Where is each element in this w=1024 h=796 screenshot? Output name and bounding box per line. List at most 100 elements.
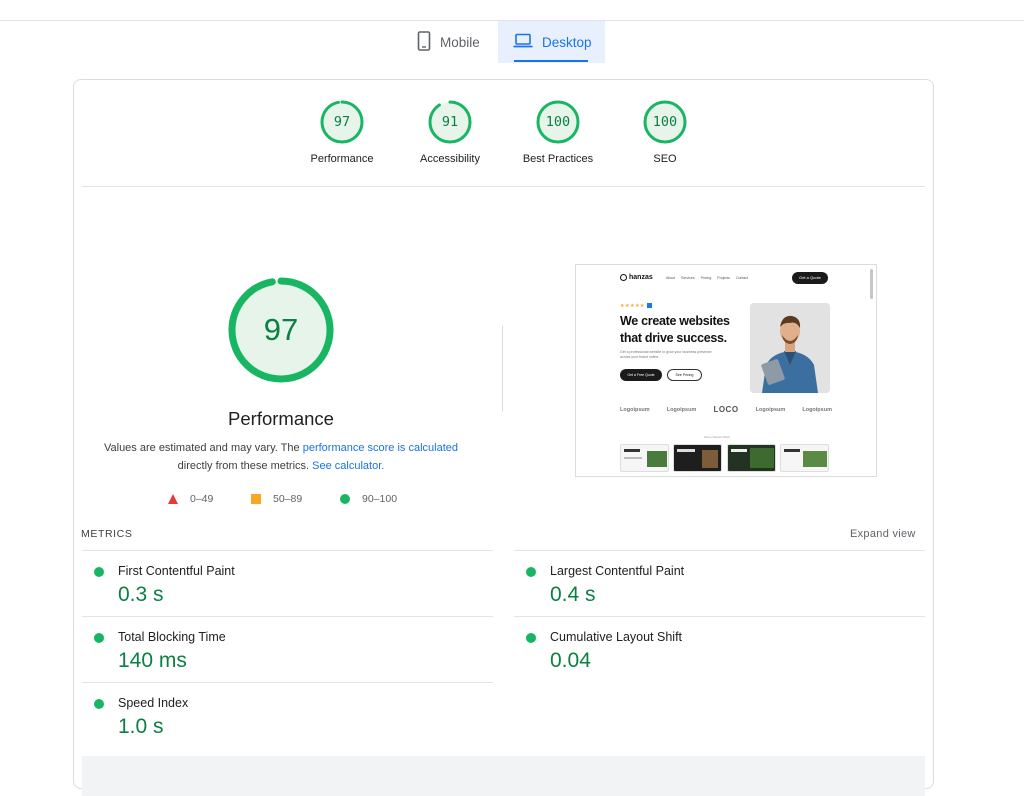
gauge-ring: 97 [320,100,364,144]
device-tabs: Mobile Desktop [0,21,1024,63]
final-screenshot[interactable]: hanzas About Services Pricing Projects C… [575,264,877,477]
gauge-score: 100 [545,114,571,130]
gauge-label: SEO [653,153,677,165]
performance-description: Values are estimated and may vary. The p… [94,439,468,475]
site-nav-item: Contact [735,276,748,280]
logo-mark-icon [620,274,627,281]
gauge-score: 100 [652,114,678,130]
legend-average: 50–89 [251,493,302,505]
score-legend: 0–49 50–89 90–100 [168,493,418,509]
gauge-ring: 100 [643,100,687,144]
site-nav: About Services Pricing Projects Contact [666,276,748,280]
legend-range: 50–89 [273,493,303,505]
pass-indicator-icon [94,633,104,643]
metric-total-blocking-time: Total Blocking Time 140 ms [82,616,493,682]
performance-score-link[interactable]: performance score is calculated [303,442,458,454]
site-nav-item: Pricing [700,276,712,280]
gauge-label: Performance [310,153,374,165]
metric-name: Speed Index [118,696,189,710]
metric-value: 0.3 s [118,583,164,606]
see-calculator-link[interactable]: See calculator. [312,460,384,472]
metric-value: 0.04 [550,649,591,672]
square-icon [251,494,261,504]
performance-score: 97 [263,312,299,347]
metric-name: Cumulative Layout Shift [550,630,683,644]
metric-name: First Contentful Paint [118,564,235,578]
metric-cumulative-layout-shift: Cumulative Layout Shift 0.04 [514,616,925,682]
facebook-icon [646,303,652,309]
legend-pass: 90–100 [340,493,397,505]
phone-icon [417,30,431,54]
metric-value: 1.0 s [118,715,164,738]
metric-name: Largest Contentful Paint [550,564,685,578]
project-card [673,444,722,472]
triangle-icon [168,494,178,504]
project-card [727,444,776,472]
active-tab-indicator [514,60,588,62]
site-brand: hanzas [629,274,653,281]
partner-logo: Logoipsum [620,407,650,413]
site-headline: We create websites that drive success. [620,314,730,345]
metric-name: Total Blocking Time [118,630,226,644]
partner-logo: Logoipsum [666,407,697,413]
vertical-separator [502,326,503,412]
section-divider [82,186,925,187]
performance-gauge-large: 97 [227,276,335,384]
legend-fail: 0–49 [168,493,213,505]
runtime-settings-bar [82,756,925,796]
site-quote-button: Get a Quote [792,272,828,284]
metric-first-contentful-paint: First Contentful Paint 0.3 s [82,550,493,616]
gauge-best-practices[interactable]: 100 Best Practices [508,100,608,165]
report-card: 97 Performance 91 Accessibility 100 Best… [73,79,935,796]
site-secondary-button: See Pricing [667,369,702,381]
project-card [780,444,829,472]
star-icons: ★★★★★ [620,303,645,309]
metric-value: 0.4 s [550,583,596,606]
partner-logos: Logoipsum Logoipsum LOCO Logoipsum Logoi… [620,405,832,414]
metric-largest-contentful-paint: Largest Contentful Paint 0.4 s [514,550,925,616]
partner-logo: Logoipsum [755,407,786,413]
performance-title: Performance [228,408,334,429]
gauge-score: 97 [333,114,351,130]
site-subtext: Get a professional website to grow your … [620,350,712,359]
legend-range: 0–49 [190,493,214,505]
gauge-seo[interactable]: 100 SEO [615,100,715,165]
metric-speed-index: Speed Index 1.0 s [82,682,493,748]
project-card [620,444,669,472]
site-logo: hanzas [620,274,653,281]
gauge-score: 91 [441,114,459,130]
expand-view-toggle[interactable]: Expand view [850,528,916,540]
partner-logo: LOCO [713,405,739,414]
metric-value: 140 ms [118,649,187,672]
site-nav-item: About [666,276,676,280]
hero-person-image [750,303,830,393]
site-rating: ★★★★★ [620,303,652,309]
desc-text: Values are estimated and may vary. The [103,442,303,454]
site-nav-item: Services [681,276,695,280]
summary-gauges: 97 Performance 91 Accessibility 100 Best… [74,80,935,186]
pass-indicator-icon [94,567,104,577]
circle-icon [340,494,350,504]
desc-text: directly from these metrics. [177,460,313,472]
gauge-label: Best Practices [522,153,594,165]
pass-indicator-icon [94,699,104,709]
tab-desktop[interactable]: Desktop [498,21,605,63]
pass-indicator-icon [526,567,536,577]
gauge-ring: 91 [428,100,472,144]
gauge-performance[interactable]: 97 Performance [292,100,392,165]
site-primary-button: Get a Free Quote [620,369,662,381]
tab-mobile[interactable]: Mobile [405,21,497,63]
gauge-label: Accessibility [420,153,480,165]
gauge-ring: 100 [536,100,580,144]
pass-indicator-icon [526,633,536,643]
gauge-accessibility[interactable]: 91 Accessibility [400,100,500,165]
site-nav-item: Projects [717,276,730,280]
metrics-heading: METRICS [81,528,133,540]
tab-desktop-label: Desktop [542,34,592,50]
tab-mobile-label: Mobile [440,34,480,50]
partner-logo: Logoipsum [802,407,832,413]
laptop-icon [513,33,533,51]
thumbnail-scrollbar [870,269,873,299]
recent-work-label: Some Recent Work [704,435,730,439]
legend-range: 90–100 [362,493,398,505]
